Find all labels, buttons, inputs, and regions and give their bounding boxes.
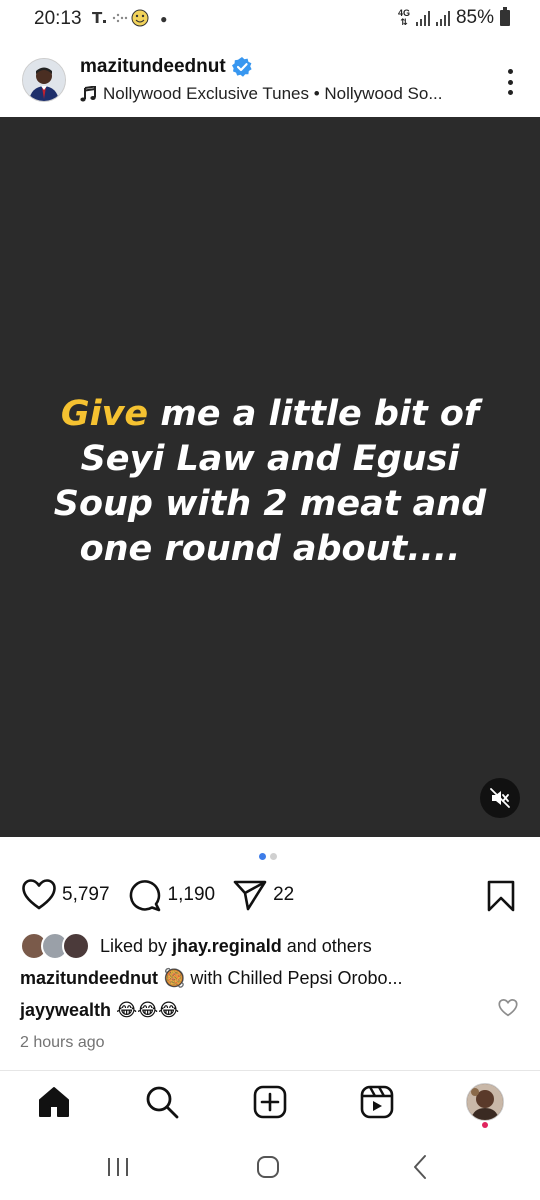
author-row: mazitundeednut xyxy=(80,56,252,78)
save-button[interactable] xyxy=(487,880,515,917)
comment-icon[interactable] xyxy=(128,878,162,912)
comment-text: 😂😂😂 xyxy=(116,1000,180,1020)
author-username[interactable]: mazitundeednut xyxy=(80,56,226,78)
send-icon[interactable] xyxy=(233,879,267,911)
recents-icon[interactable] xyxy=(105,1155,131,1179)
comment-preview[interactable]: jayywealth 😂😂😂 xyxy=(20,1000,179,1021)
post-caption[interactable]: mazitundeednut 🥘 with Chilled Pepsi Orob… xyxy=(20,968,403,989)
carousel-dot xyxy=(270,853,277,860)
back-button[interactable] xyxy=(400,1152,440,1182)
liked-by-row[interactable]: Liked by jhay.reginald and others xyxy=(20,932,372,960)
signal-1-icon xyxy=(415,10,430,26)
media-text-highlight: Give xyxy=(60,394,149,434)
notification-dot xyxy=(482,1122,488,1128)
liked-by-text: Liked by jhay.reginald and others xyxy=(100,935,372,956)
liked-by-avatars xyxy=(20,932,90,960)
search-icon[interactable] xyxy=(145,1085,179,1119)
comment-like-button[interactable] xyxy=(498,998,518,1022)
liked-by-user[interactable]: jhay.reginald xyxy=(172,936,282,956)
home-circle-icon[interactable] xyxy=(255,1154,281,1180)
share-action[interactable]: 22 xyxy=(233,879,294,911)
like-count[interactable]: 5,797 xyxy=(62,884,110,906)
heart-icon[interactable] xyxy=(22,879,56,911)
battery-icon xyxy=(500,7,510,26)
notification-icons: T ● xyxy=(92,8,169,32)
back-chevron-icon[interactable] xyxy=(410,1154,430,1180)
carousel-indicator xyxy=(259,853,277,860)
nav-home[interactable] xyxy=(34,1082,74,1122)
nav-divider xyxy=(0,1070,540,1071)
battery-percent: 85% xyxy=(455,7,494,28)
verified-badge-icon xyxy=(231,57,252,77)
liker-avatar xyxy=(62,932,90,960)
mute-button[interactable] xyxy=(480,778,520,818)
home-system-button[interactable] xyxy=(248,1152,288,1182)
caption-text: 🥘 with Chilled Pepsi Orobo... xyxy=(163,968,403,988)
status-bar: 20:13 T ● 4G ⇅ 85% xyxy=(0,0,540,36)
audio-attribution[interactable]: Nollywood Exclusive Tunes • Nollywood So… xyxy=(80,84,443,104)
reels-icon[interactable] xyxy=(360,1085,394,1119)
music-note-icon xyxy=(80,86,96,102)
network-icon: 4G ⇅ xyxy=(397,8,410,27)
recent-apps-button[interactable] xyxy=(98,1152,138,1182)
nav-create[interactable] xyxy=(250,1082,290,1122)
comment-action[interactable]: 1,190 xyxy=(128,878,216,912)
audio-label: Nollywood Exclusive Tunes • Nollywood So… xyxy=(103,84,443,103)
signal-2-icon xyxy=(435,10,450,26)
create-post-icon[interactable] xyxy=(253,1085,287,1119)
comment-username[interactable]: jayywealth xyxy=(20,1000,111,1020)
home-icon[interactable] xyxy=(37,1086,71,1118)
author-avatar[interactable] xyxy=(22,58,66,102)
heart-outline-icon[interactable] xyxy=(498,998,518,1017)
dot-icon: ● xyxy=(160,12,170,26)
like-action[interactable]: 5,797 xyxy=(22,879,110,911)
notification-icon-group: T xyxy=(92,9,149,27)
media-overlay-text: Give me a little bit of Seyi Law and Egu… xyxy=(40,392,500,572)
post-timestamp: 2 hours ago xyxy=(20,1034,105,1051)
nav-search[interactable] xyxy=(142,1082,182,1122)
status-right: 4G ⇅ 85% xyxy=(398,7,510,29)
comment-count[interactable]: 1,190 xyxy=(168,884,216,906)
carousel-dot-active xyxy=(259,853,266,860)
share-count[interactable]: 22 xyxy=(273,884,294,906)
status-time: 20:13 xyxy=(34,8,82,29)
nav-profile[interactable] xyxy=(465,1082,505,1122)
post-actions: 5,797 1,190 22 xyxy=(22,878,312,912)
more-options-icon[interactable] xyxy=(498,66,522,98)
bookmark-icon[interactable] xyxy=(487,880,515,912)
profile-avatar[interactable] xyxy=(466,1083,504,1121)
svg-text:T: T xyxy=(92,9,104,27)
caption-username[interactable]: mazitundeednut xyxy=(20,968,158,988)
nav-reels[interactable] xyxy=(357,1082,397,1122)
speaker-muted-icon xyxy=(490,788,510,808)
